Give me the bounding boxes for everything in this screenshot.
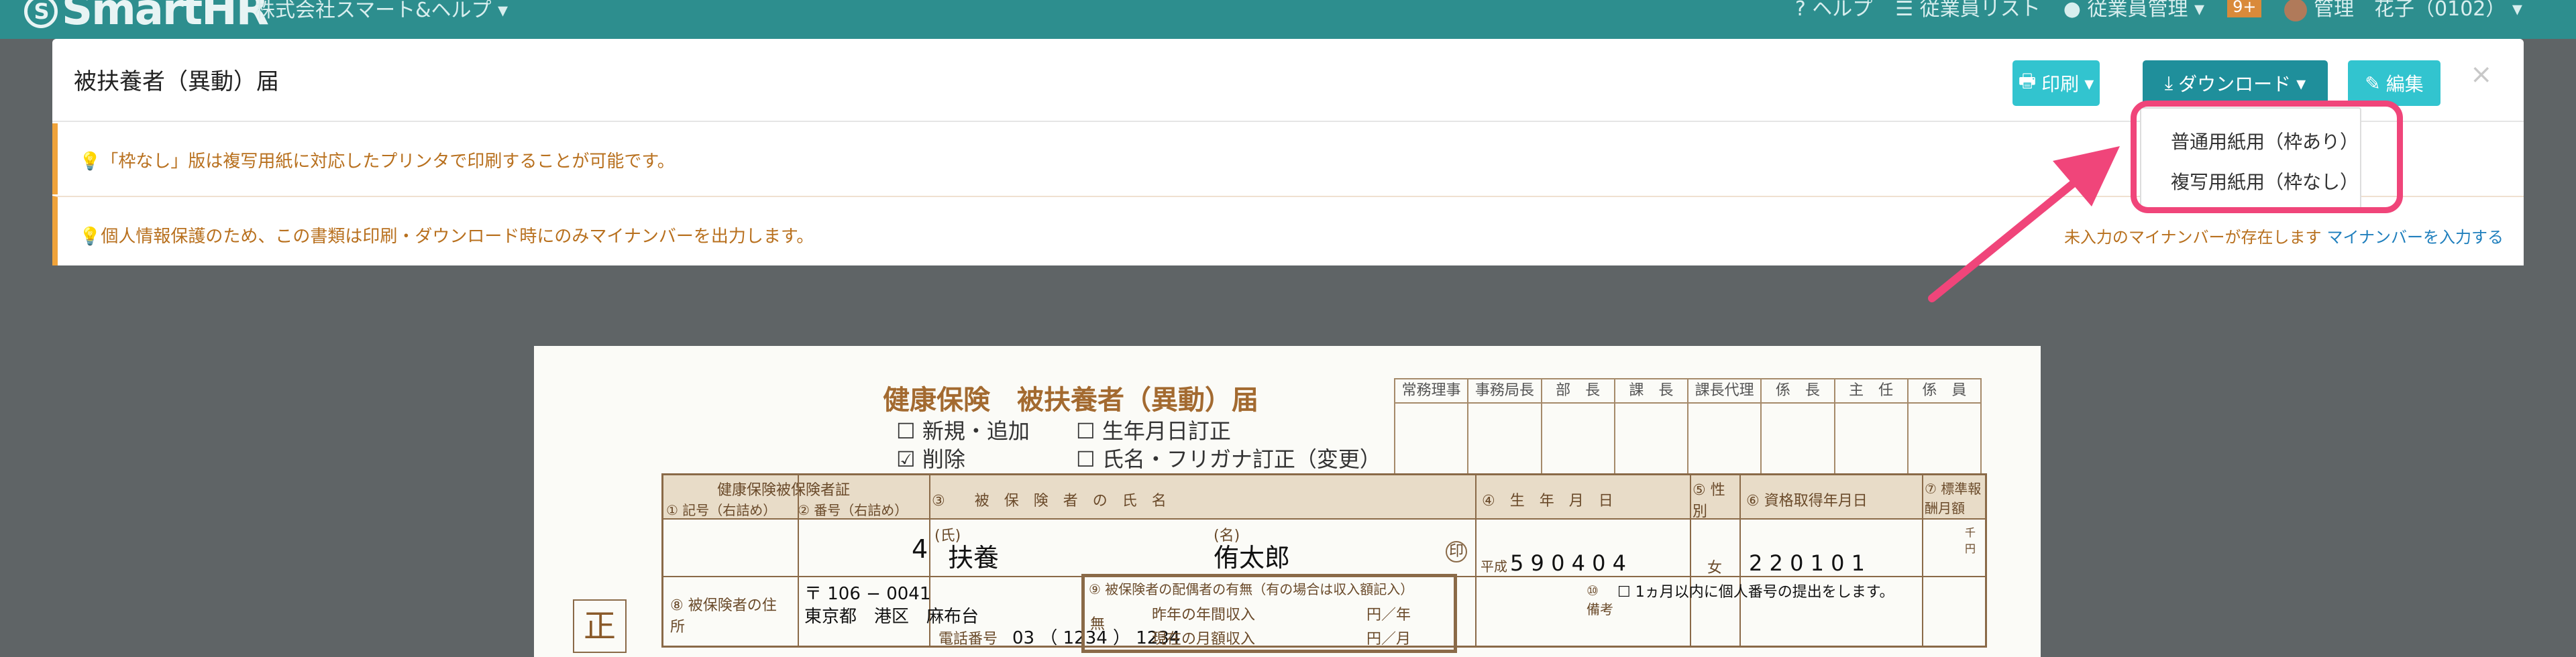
- user-name: 管理 花子（0102）: [2314, 0, 2506, 21]
- employee-list-label: 従業員リスト: [1919, 0, 2041, 21]
- mynumber-status: 未入力のマイナンバーが存在します マイナンバーを入力する: [2064, 224, 2504, 247]
- remarks-label: ⑩ 備考: [1587, 583, 1613, 617]
- option-name-correction: ☐ 氏名・フリガナ訂正（変更）: [1076, 446, 1381, 472]
- notice-text: 「枠なし」版は複写用紙に対応したプリンタで印刷することが可能です。: [101, 152, 675, 172]
- acquired-date: 2 2 0 1 0 1: [1749, 550, 1866, 576]
- spouse-monthly-label: 現在の月額収入: [1152, 631, 1256, 648]
- chevron-down-icon: ▾: [498, 0, 508, 22]
- header-acquired: ⑥ 資格取得年月日: [1746, 493, 1868, 510]
- header-number: ② 番号（右詰め）: [798, 502, 908, 518]
- notice-text: 個人情報保護のため、この書類は印刷・ダウンロード時にのみマイナンバーを出力します…: [101, 227, 814, 247]
- mynumber-missing-text: 未入力のマイナンバーが存在します: [2063, 228, 2322, 247]
- mynumber-input-link[interactable]: マイナンバーを入力する: [2326, 228, 2504, 247]
- grid-divider: [1922, 475, 1923, 646]
- download-icon: ⤓: [2164, 72, 2174, 94]
- document-preview-area[interactable]: 健康保険 被扶養者（異動）届 ☐ 新規・追加 ☑ 削除 ☐ 生年月日訂正 ☐ 氏…: [52, 265, 2524, 657]
- approval-cell: 常務理事: [1395, 379, 1469, 402]
- unit-label: 千円: [1965, 526, 1976, 555]
- highlight-box: [2131, 101, 2403, 213]
- logo-text: SmartHR: [62, 0, 269, 35]
- question-icon: ?: [1794, 0, 1806, 21]
- spouse-yearly-unit: 円／年: [1366, 607, 1411, 623]
- spouse-yearly-label: 昨年の年間収入: [1152, 607, 1256, 623]
- header-sex: ⑤ 性別: [1693, 482, 1725, 520]
- download-button[interactable]: ⤓ ダウンロード ▾: [2143, 60, 2328, 106]
- approval-cell: 部 長: [1542, 379, 1615, 402]
- spouse-section: ⑨ 被保険者の配偶者の有無（有の場合は収入額記入） 無 昨年の年間収入 円／年 …: [1081, 574, 1457, 653]
- birth-era: 平成: [1481, 558, 1507, 575]
- grid-divider: [1739, 475, 1741, 646]
- employee-mgmt-menu[interactable]: ● 従業員管理 ▾: [2063, 0, 2204, 21]
- edit-label: 編集: [2385, 73, 2424, 95]
- copy-mark: 正: [573, 599, 627, 653]
- edit-button[interactable]: ✎ 編集: [2348, 60, 2440, 106]
- notification-badge[interactable]: 9+: [2227, 0, 2262, 17]
- pencil-icon: ✎: [2365, 72, 2381, 95]
- help-label: ヘルプ: [1812, 0, 1873, 21]
- chevron-down-icon: ▾: [2084, 72, 2094, 95]
- header-standard: ⑦ 標準報酬月額: [1925, 481, 1982, 516]
- tel-label: 電話番号: [938, 631, 998, 648]
- approval-cell: 課 長: [1615, 379, 1688, 402]
- address: 東京都 港区 麻布台: [804, 607, 979, 627]
- chevron-down-icon: ▾: [2296, 72, 2306, 95]
- header-card: 健康保険被保険者証: [717, 482, 851, 499]
- header-name: ③ 被 保 険 者 の 氏 名: [932, 493, 1167, 510]
- birth-date: 5 9 0 4 0 4: [1510, 550, 1627, 576]
- seal-mark: 印: [1446, 541, 1467, 562]
- lightbulb-icon: 💡: [79, 227, 101, 247]
- document-paper: 健康保険 被扶養者（異動）届 ☐ 新規・追加 ☑ 削除 ☐ 生年月日訂正 ☐ 氏…: [534, 346, 2041, 657]
- approval-cell: 係 員: [1922, 382, 1967, 399]
- approval-cell: 主 任: [1835, 379, 1909, 402]
- print-button[interactable]: 🖶 印刷 ▾: [2012, 60, 2100, 106]
- logo-mark-icon: S: [24, 0, 58, 28]
- close-icon[interactable]: ×: [2470, 59, 2493, 90]
- company-name: 株式会社スマート&ヘルプ: [255, 0, 492, 22]
- approval-cell: 事務局長: [1468, 379, 1542, 402]
- top-navigation-bar: S SmartHR 株式会社スマート&ヘルプ ▾ ? ヘルプ ☰ 従業員リスト ●…: [0, 0, 2576, 39]
- address-label: ⑧ 被保険者の住所: [670, 597, 777, 636]
- lightbulb-icon: 💡: [79, 152, 101, 172]
- help-link[interactable]: ? ヘルプ: [1795, 0, 1872, 21]
- approval-cell: 課長代理: [1688, 379, 1762, 402]
- spouse-none: 無: [1090, 616, 1106, 633]
- print-label: 印刷: [2041, 73, 2080, 95]
- insured-number: 4: [912, 534, 928, 564]
- option-birth-correction: ☐ 生年月日訂正: [1076, 418, 1231, 444]
- given-name: 侑太郎: [1214, 543, 1291, 573]
- printer-icon: 🖶: [2018, 70, 2037, 92]
- employee-mgmt-label: 従業員管理: [2087, 0, 2188, 21]
- grid-divider: [1690, 475, 1691, 646]
- header-mark: ① 記号（右詰め）: [666, 502, 777, 518]
- sex-value: 女: [1707, 560, 1723, 577]
- option-delete: ☑ 削除: [896, 446, 965, 472]
- employee-list-link[interactable]: ☰ 従業員リスト: [1895, 0, 2040, 21]
- option-new: ☐ 新規・追加: [896, 418, 1030, 444]
- avatar: [2284, 0, 2308, 21]
- user-menu[interactable]: 管理 花子（0102） ▾: [2284, 0, 2522, 21]
- spouse-monthly-unit: 円／月: [1366, 631, 1411, 648]
- header-birth: ④ 生 年 月 日: [1482, 493, 1613, 510]
- modal-title: 被扶養者（異動）届: [74, 68, 279, 95]
- remarks-text: ☐ 1ヵ月以内に個人番号の提出をします。: [1617, 584, 1894, 601]
- grid-divider: [1475, 475, 1477, 646]
- company-switcher[interactable]: 株式会社スマート&ヘルプ ▾: [255, 0, 508, 23]
- grid-divider: [798, 475, 799, 646]
- smarthr-logo[interactable]: S SmartHR: [24, 0, 269, 35]
- approval-cell: 係 長: [1762, 379, 1835, 402]
- list-icon: ☰: [1895, 0, 1914, 21]
- zip-code: 〒 106 − 0041: [804, 584, 931, 604]
- top-nav-links: ? ヘルプ ☰ 従業員リスト ● 従業員管理 ▾ 9+ 管理 花子（0102） …: [1795, 0, 2522, 21]
- user-icon: ●: [2063, 0, 2081, 21]
- surname: 扶養: [948, 543, 1000, 573]
- spouse-title: ⑨ 被保険者の配偶者の有無（有の場合は収入額記入）: [1089, 581, 1414, 597]
- download-label: ダウンロード: [2178, 73, 2292, 95]
- approval-header-row: 常務理事 事務局長部 長課 長課長代理係 長主 任係 員: [1395, 379, 1980, 404]
- document-title: 健康保険 被扶養者（異動）届: [883, 385, 1258, 416]
